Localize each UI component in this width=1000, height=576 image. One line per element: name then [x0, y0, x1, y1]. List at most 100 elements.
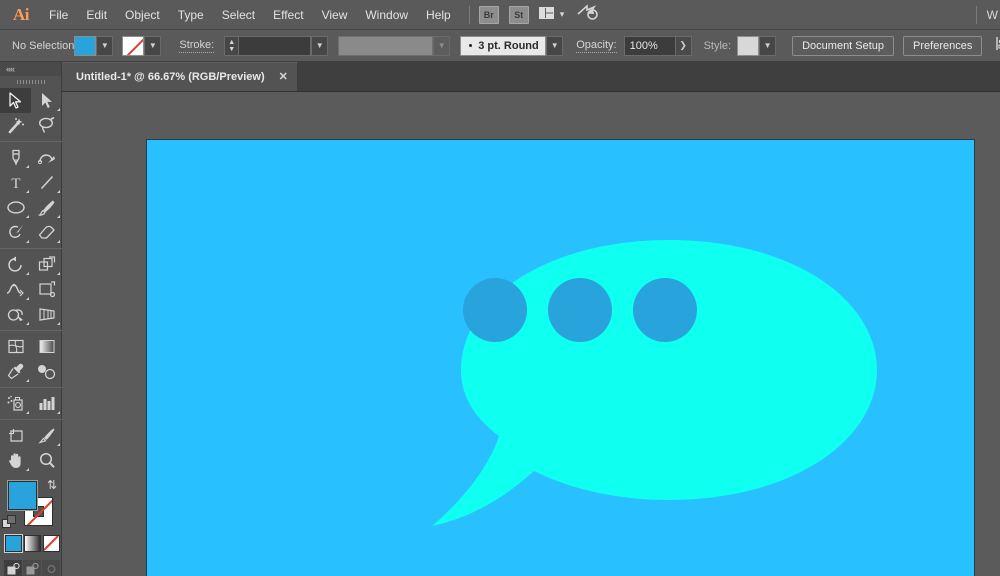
workspace-label: W [986, 8, 998, 22]
stepper-up-icon: ▲ [228, 38, 236, 46]
tool-flyout-indicator [26, 190, 29, 193]
graphic-style-swatch[interactable] [737, 35, 760, 56]
tool-artboard[interactable] [0, 423, 31, 448]
tool-shape-builder[interactable] [0, 302, 31, 327]
menu-item-effect[interactable]: Effect [264, 3, 312, 27]
tool-slice[interactable] [31, 423, 62, 448]
tool-flyout-indicator [57, 190, 60, 193]
tool-mesh[interactable] [0, 334, 31, 359]
tool-eraser[interactable] [31, 220, 62, 245]
tool-lasso[interactable] [31, 113, 62, 138]
stroke-weight-label[interactable]: Stroke: [179, 39, 215, 53]
speech-bubble-illustration[interactable] [147, 140, 976, 576]
menu-item-file[interactable]: File [40, 3, 77, 27]
menu-item-select[interactable]: Select [213, 3, 264, 27]
swap-fill-stroke-icon[interactable]: ⇅ [47, 478, 57, 492]
stroke-weight-stepper[interactable]: ▲ ▼ [224, 35, 240, 56]
artboard[interactable] [146, 139, 975, 576]
tool-blend[interactable] [31, 359, 62, 384]
stroke-weight-input[interactable] [239, 35, 312, 56]
bridge-button[interactable]: Br [478, 5, 499, 24]
stock-button[interactable]: St [508, 5, 529, 24]
brush-definition-field[interactable]: 3 pt. Round [460, 35, 547, 56]
tool-shaper[interactable] [0, 220, 31, 245]
opacity-input[interactable]: 100% [623, 35, 676, 56]
stroke-swatch-none[interactable] [122, 35, 145, 56]
tool-pen[interactable] [0, 145, 31, 170]
align-to-pixel-grid-control[interactable]: ▾ [996, 36, 1000, 56]
toolbar-fill-swatch[interactable] [7, 480, 38, 511]
chevron-down-icon: ▾ [559, 9, 565, 19]
workspace-switcher[interactable]: W [975, 0, 1000, 30]
document-tab[interactable]: Untitled-1* @ 66.67% (RGB/Preview) ✕ [62, 62, 298, 91]
width-profile-control[interactable]: ▼ [338, 35, 451, 56]
tool-scale[interactable] [31, 252, 62, 277]
collapse-panel-button[interactable]: «« [0, 62, 61, 76]
tool-direct-selection[interactable] [31, 88, 62, 113]
tool-flyout-indicator [57, 108, 60, 111]
brush-definition-control[interactable]: 3 pt. Round ▼ [460, 35, 564, 56]
bubble-dot-2[interactable] [548, 278, 612, 342]
color-mode-button[interactable] [4, 534, 23, 553]
tool-rotate[interactable] [0, 252, 31, 277]
sync-settings-icon[interactable] [576, 3, 599, 26]
tool-line-segment[interactable] [31, 170, 62, 195]
tool-ellipse[interactable] [0, 195, 31, 220]
fill-swatch[interactable] [74, 35, 97, 56]
tool-divider [0, 248, 62, 249]
stroke-weight-control[interactable]: ▲ ▼ ▼ [224, 35, 329, 56]
menu-item-help[interactable]: Help [417, 3, 460, 27]
tool-gradient[interactable] [31, 334, 62, 359]
stroke-dropdown-chevron-icon[interactable]: ▼ [144, 35, 162, 56]
draw-behind-button[interactable] [23, 560, 41, 576]
tool-eyedropper[interactable] [0, 359, 31, 384]
tool-type[interactable]: T [0, 170, 31, 195]
default-fill-stroke-icon[interactable] [2, 515, 17, 535]
tool-symbol-sprayer[interactable] [0, 391, 31, 416]
bubble-dot-1[interactable] [463, 278, 527, 342]
none-mode-button[interactable] [43, 535, 60, 552]
bubble-dot-3[interactable] [633, 278, 697, 342]
menu-divider [468, 5, 470, 24]
graphic-style-control[interactable]: ▼ [737, 35, 777, 56]
stroke-weight-chevron-icon[interactable]: ▼ [311, 35, 329, 56]
tool-selection[interactable] [0, 88, 31, 113]
document-tab-bar: Untitled-1* @ 66.67% (RGB/Preview) ✕ [62, 62, 1000, 92]
menu-item-edit[interactable]: Edit [77, 3, 116, 27]
tool-curvature[interactable] [31, 145, 62, 170]
canvas-area[interactable] [62, 92, 1000, 576]
width-profile-field[interactable] [338, 35, 434, 56]
fill-color-control[interactable]: ▼ [74, 35, 114, 56]
width-profile-chevron-icon[interactable]: ▼ [433, 35, 451, 56]
tool-hand[interactable] [0, 448, 31, 473]
tool-free-transform[interactable] [31, 277, 62, 302]
opacity-label[interactable]: Opacity: [576, 39, 617, 53]
menu-item-type[interactable]: Type [169, 3, 213, 27]
close-icon[interactable]: ✕ [279, 71, 288, 83]
graphic-style-chevron-icon[interactable]: ▼ [759, 35, 777, 56]
fill-dropdown-chevron-icon[interactable]: ▼ [96, 35, 114, 56]
preferences-button[interactable]: Preferences [903, 35, 983, 56]
tool-flyout-indicator [57, 240, 60, 243]
tools-panel-grip[interactable] [0, 76, 61, 88]
tool-column-graph[interactable] [31, 391, 62, 416]
tool-width[interactable] [0, 277, 31, 302]
tool-zoom[interactable] [31, 448, 62, 473]
draw-normal-button[interactable] [4, 560, 22, 576]
document-setup-button[interactable]: Document Setup [792, 35, 895, 56]
draw-inside-button[interactable] [42, 560, 60, 576]
menu-item-window[interactable]: Window [356, 3, 417, 27]
opacity-control[interactable]: 100% ❯ [623, 35, 692, 56]
stroke-color-control[interactable]: ▼ [122, 35, 162, 56]
opacity-flyout-icon[interactable]: ❯ [675, 35, 692, 56]
tool-divider [0, 387, 62, 388]
brush-definition-chevron-icon[interactable]: ▼ [546, 35, 564, 56]
gradient-mode-button[interactable] [24, 535, 41, 552]
arrange-documents-button[interactable]: ▾ [538, 6, 565, 24]
tool-perspective-grid[interactable] [31, 302, 62, 327]
tool-magic-wand[interactable] [0, 113, 31, 138]
fill-stroke-controls: ⇅ [0, 477, 62, 533]
tool-paintbrush[interactable] [31, 195, 62, 220]
menu-item-object[interactable]: Object [116, 3, 169, 27]
menu-item-view[interactable]: View [313, 3, 357, 27]
